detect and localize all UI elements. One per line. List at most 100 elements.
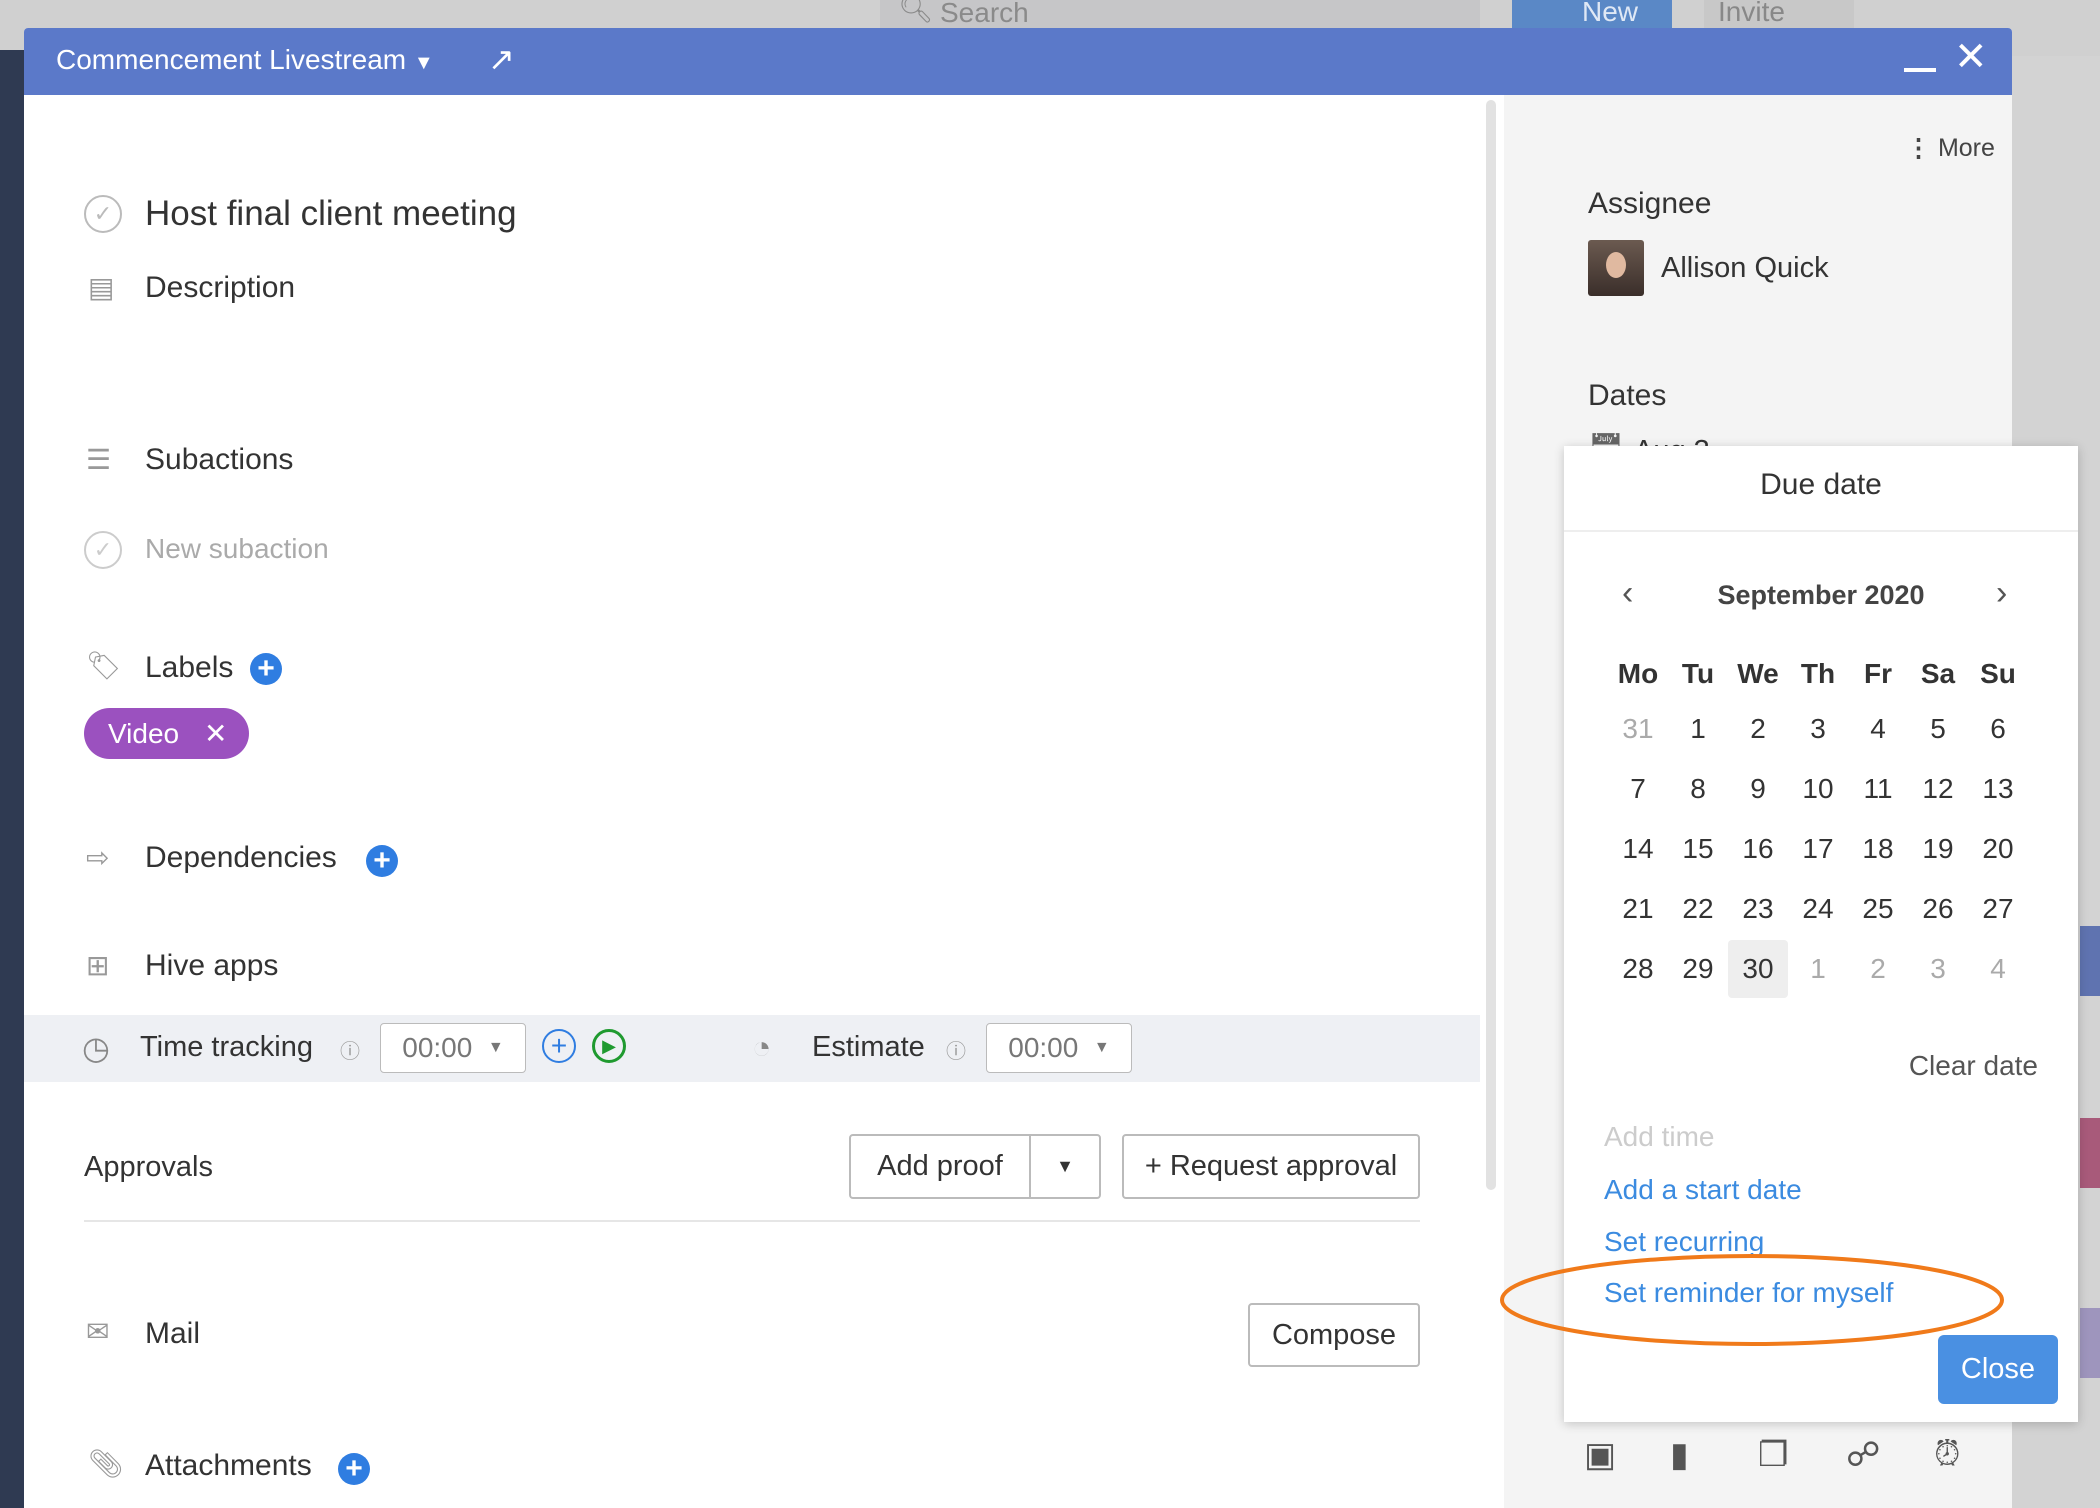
hive-apps-label[interactable]: Hive apps bbox=[145, 949, 278, 983]
add-attachment-button[interactable]: + bbox=[338, 1453, 370, 1485]
reminder-clock-icon[interactable]: ⏰︎ bbox=[1934, 1435, 1961, 1474]
delete-icon[interactable]: ▮ bbox=[1670, 1435, 1689, 1475]
add-proof-dropdown[interactable]: ▼ bbox=[1029, 1134, 1101, 1199]
dependencies-icon: ⇨ bbox=[86, 842, 110, 873]
minimize-icon[interactable] bbox=[1904, 68, 1936, 72]
calendar-day[interactable]: 18 bbox=[1848, 820, 1908, 878]
add-proof-button[interactable]: Add proof bbox=[849, 1134, 1031, 1199]
task-title[interactable]: Host final client meeting bbox=[145, 194, 517, 234]
estimate-dropdown[interactable]: 00:00 ▼ bbox=[986, 1023, 1132, 1073]
description-icon: ▤ bbox=[88, 272, 115, 303]
time-tracking-dropdown[interactable]: 00:00 ▼ bbox=[380, 1023, 526, 1073]
weekday-header: Mo bbox=[1617, 658, 1659, 689]
list-icon: ☰ bbox=[86, 444, 112, 475]
copy-icon[interactable]: ❐ bbox=[1758, 1435, 1788, 1475]
complete-check-icon[interactable]: ✓ bbox=[84, 195, 122, 233]
calendar-day[interactable]: 10 bbox=[1788, 760, 1848, 818]
weekday-header: Fr bbox=[1864, 658, 1892, 689]
weekday-header: We bbox=[1737, 658, 1779, 689]
calendar-day[interactable]: 4 bbox=[1968, 940, 2028, 998]
info-icon: ⓘ bbox=[340, 1041, 360, 1063]
calendar-day[interactable]: 2 bbox=[1848, 940, 1908, 998]
assignee-heading: Assignee bbox=[1588, 187, 1712, 220]
compose-button[interactable]: Compose bbox=[1248, 1303, 1420, 1367]
search-input[interactable]: 🔍︎ Search bbox=[880, 0, 1480, 30]
project-dropdown[interactable]: Commencement Livestream ▼ bbox=[56, 44, 434, 76]
archive-icon[interactable]: ▣ bbox=[1584, 1435, 1616, 1475]
calendar-day[interactable]: 2 bbox=[1728, 700, 1788, 758]
calendar-day[interactable]: 11 bbox=[1848, 760, 1908, 818]
calendar-day[interactable]: 29 bbox=[1668, 940, 1728, 998]
play-timer-icon[interactable]: ▶ bbox=[592, 1029, 626, 1063]
mail-label: Mail bbox=[145, 1317, 201, 1350]
apps-grid-icon: ⊞ bbox=[86, 950, 110, 981]
calendar-day[interactable]: 12 bbox=[1908, 760, 1968, 818]
calendar-day[interactable]: 16 bbox=[1728, 820, 1788, 878]
dependencies-label: Dependencies bbox=[145, 841, 337, 874]
calendar-day[interactable]: 17 bbox=[1788, 820, 1848, 878]
invite-button[interactable]: Invite bbox=[1704, 0, 1854, 30]
calendar-day[interactable]: 13 bbox=[1968, 760, 2028, 818]
add-label-button[interactable]: + bbox=[250, 653, 282, 685]
estimate-label: Estimate bbox=[812, 1031, 925, 1063]
tag-icon: 🏷︎ bbox=[86, 650, 122, 681]
calendar-day[interactable]: 4 bbox=[1848, 700, 1908, 758]
weekday-header: Tu bbox=[1681, 658, 1715, 689]
calendar-day[interactable]: 28 bbox=[1608, 940, 1668, 998]
time-tracking-label: Time tracking bbox=[140, 1031, 313, 1063]
search-icon: 🔍︎ bbox=[898, 0, 934, 24]
add-dependency-button[interactable]: + bbox=[366, 845, 398, 877]
calendar-day[interactable]: 26 bbox=[1908, 880, 1968, 938]
divider bbox=[1564, 530, 2078, 532]
calendar-day[interactable]: 21 bbox=[1608, 880, 1668, 938]
dates-heading: Dates bbox=[1588, 379, 1667, 412]
picker-title: Due date bbox=[1760, 468, 1882, 501]
assignee-name[interactable]: Allison Quick bbox=[1661, 252, 1829, 285]
external-link-icon[interactable]: ↗ bbox=[488, 40, 515, 78]
calendar-day[interactable]: 7 bbox=[1608, 760, 1668, 818]
calendar-day[interactable]: 15 bbox=[1668, 820, 1728, 878]
calendar-day[interactable]: 20 bbox=[1968, 820, 2028, 878]
clock-icon: ◷ bbox=[82, 1030, 110, 1066]
add-time-icon[interactable]: + bbox=[542, 1029, 576, 1063]
next-month-icon[interactable]: › bbox=[1996, 574, 2007, 613]
calendar-day[interactable]: 22 bbox=[1668, 880, 1728, 938]
description-label[interactable]: Description bbox=[145, 271, 295, 305]
scrollbar[interactable] bbox=[1486, 100, 1496, 1190]
new-subaction-input[interactable]: New subaction bbox=[145, 533, 329, 565]
calendar-day[interactable]: 9 bbox=[1728, 760, 1788, 818]
calendar-day[interactable]: 25 bbox=[1848, 880, 1908, 938]
weekday-header: Su bbox=[1980, 658, 2016, 689]
mail-icon: ✉ bbox=[86, 1316, 110, 1347]
calendar-day[interactable]: 8 bbox=[1668, 760, 1728, 818]
labels-label: Labels bbox=[145, 651, 234, 684]
add-time-link: Add time bbox=[1604, 1121, 1715, 1152]
caret-down-icon: ▼ bbox=[413, 52, 434, 74]
modal-header: Commencement Livestream ▼ ↗ ✕ bbox=[24, 28, 2012, 95]
calendar-day[interactable]: 31 bbox=[1608, 700, 1668, 758]
weekday-header: Th bbox=[1800, 658, 1836, 689]
calendar-day-selected[interactable]: 30 bbox=[1728, 940, 1788, 998]
calendar-day[interactable]: 1 bbox=[1668, 700, 1728, 758]
calendar-day[interactable]: 1 bbox=[1788, 940, 1848, 998]
share-icon[interactable]: ☍ bbox=[1846, 1435, 1880, 1475]
attachments-label: Attachments bbox=[145, 1449, 312, 1482]
calendar-day[interactable]: 24 bbox=[1788, 880, 1848, 938]
calendar-day[interactable]: 27 bbox=[1968, 880, 2028, 938]
calendar-day[interactable]: 5 bbox=[1908, 700, 1968, 758]
remove-label-icon[interactable]: ✕ bbox=[204, 708, 227, 759]
new-button[interactable]: New bbox=[1512, 0, 1672, 30]
clear-date-button[interactable]: Clear date bbox=[1909, 1050, 2038, 1082]
sidebar-strip bbox=[0, 50, 24, 1508]
calendar-day[interactable]: 23 bbox=[1728, 880, 1788, 938]
request-approval-button[interactable]: + Request approval bbox=[1122, 1134, 1420, 1199]
divider bbox=[84, 1220, 1420, 1222]
calendar-day[interactable]: 6 bbox=[1968, 700, 2028, 758]
more-button[interactable]: ⋮ More bbox=[1906, 133, 1995, 163]
close-icon[interactable]: ✕ bbox=[1954, 34, 1988, 80]
calendar-day[interactable]: 3 bbox=[1788, 700, 1848, 758]
add-start-date-link[interactable]: Add a start date bbox=[1604, 1174, 1802, 1206]
calendar-day[interactable]: 19 bbox=[1908, 820, 1968, 878]
calendar-day[interactable]: 3 bbox=[1908, 940, 1968, 998]
calendar-day[interactable]: 14 bbox=[1608, 820, 1668, 878]
